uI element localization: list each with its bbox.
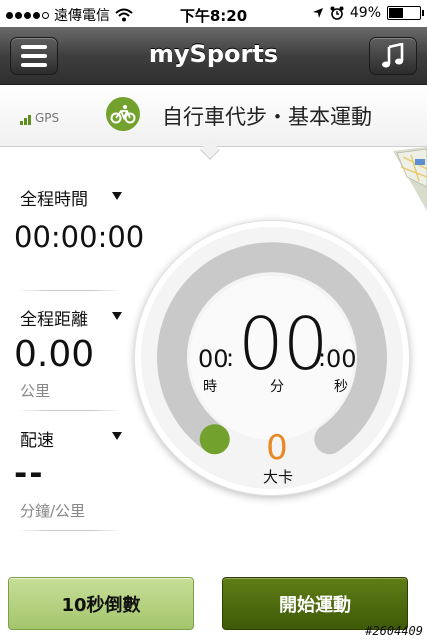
location-arrow-icon	[312, 8, 323, 18]
alarm-icon	[330, 6, 344, 20]
calories-label: 大卡	[262, 468, 293, 486]
timer-colon: :	[226, 344, 235, 372]
bicycle-icon	[110, 105, 136, 124]
timer-seconds-unit: 秒	[334, 379, 348, 395]
battery-percent: 49%	[349, 5, 381, 21]
activity-title: 自行車代步・基本運動	[162, 105, 372, 129]
total-time-label[interactable]: 全程時間	[20, 185, 88, 210]
watermark: #2604409	[365, 624, 423, 638]
countdown-button[interactable]: 10秒倒數	[8, 577, 194, 630]
divider	[18, 410, 122, 411]
gps-indicator: GPS	[20, 111, 59, 125]
timer-minutes: 00	[238, 302, 329, 386]
divider	[18, 530, 122, 531]
pace-dropdown-icon[interactable]	[112, 432, 122, 440]
music-note-icon	[382, 43, 404, 68]
start-workout-button[interactable]: 開始運動	[222, 577, 408, 630]
map-corner-icon[interactable]	[393, 147, 427, 211]
total-time-value: 00:00:00	[14, 220, 145, 254]
battery-level-fill	[389, 8, 404, 18]
activity-bar[interactable]: GPS 自行車代步・基本運動	[0, 85, 427, 147]
pace-unit: 分鐘/公里	[20, 502, 86, 520]
timer-seconds: 00	[326, 345, 357, 373]
timer-colon: :	[318, 344, 327, 372]
status-bar: 遠傳電信 下午8:20 49%	[0, 0, 427, 27]
total-distance-value: 0.00	[14, 334, 95, 375]
battery-icon	[387, 6, 424, 20]
gps-signal-icon	[20, 114, 31, 125]
total-time-dropdown-icon[interactable]	[112, 192, 122, 200]
timer-hours-unit: 時	[203, 379, 217, 395]
calories-value: 0	[266, 428, 288, 468]
total-distance-dropdown-icon[interactable]	[112, 312, 122, 320]
nav-bar: mySports	[0, 27, 427, 85]
timer-hours: 00	[198, 345, 229, 373]
pace-value: --	[14, 454, 45, 492]
music-button[interactable]	[369, 37, 417, 75]
status-right: 49%	[312, 5, 424, 21]
divider	[18, 290, 122, 291]
gps-label: GPS	[35, 111, 60, 125]
total-distance-unit: 公里	[20, 382, 51, 400]
pace-label[interactable]: 配速	[20, 426, 54, 451]
app-title: mySports	[148, 40, 279, 68]
timer-minutes-unit: 分	[270, 379, 284, 395]
activity-type-badge[interactable]	[106, 97, 140, 131]
total-distance-label[interactable]: 全程距離	[20, 305, 88, 330]
